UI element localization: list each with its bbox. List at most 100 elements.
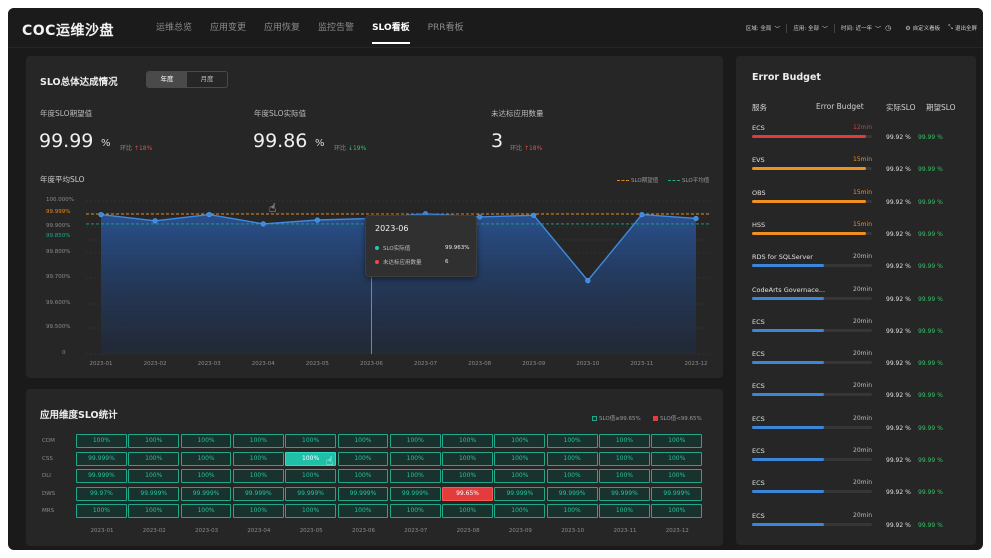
data-point[interactable]	[477, 214, 483, 220]
heatmap-cell[interactable]: 100%	[232, 434, 284, 448]
heatmap-cell[interactable]: 100%	[180, 504, 232, 519]
error-budget-row[interactable]: ECS 20min 99.92 % 99.99 %	[736, 318, 972, 350]
tab-app-recovery[interactable]: 应用恢复	[264, 8, 300, 48]
heatmap-cell[interactable]: 100%	[337, 504, 389, 519]
heatmap-cell[interactable]: 99.999%	[389, 486, 441, 501]
heatmap-cell[interactable]: 100%	[389, 469, 441, 484]
heatmap-cell[interactable]: 99.999%	[651, 486, 703, 501]
heatmap-cell[interactable]: 99.999%	[546, 486, 598, 501]
service-name: ECS	[752, 511, 765, 520]
heatmap-cell[interactable]: 99.999%	[76, 469, 127, 484]
heatmap-cell[interactable]: 100%	[232, 504, 284, 519]
heatmap-cell[interactable]: 100%	[494, 434, 546, 448]
heatmap-cell[interactable]: 100%	[599, 504, 650, 519]
error-budget-row[interactable]: ECS 20min 99.92 % 99.99 %	[736, 447, 972, 479]
heatmap-cell[interactable]: 99.999%	[494, 486, 546, 501]
heatmap-cell[interactable]: 99.999%	[180, 486, 232, 501]
tab-app-change[interactable]: 应用变更	[210, 8, 246, 48]
heatmap-cell[interactable]: 100%	[337, 434, 389, 448]
heatmap-cell[interactable]: 99.999%	[76, 451, 127, 466]
error-budget-row[interactable]: HSS 15min 99.92 % 99.99 %	[736, 221, 972, 253]
heatmap-cell[interactable]: 100%	[337, 451, 389, 466]
heatmap-cell[interactable]: 100%	[128, 504, 180, 519]
heatmap-cell[interactable]: 100%	[232, 451, 284, 466]
heatmap-cell[interactable]: 100%	[546, 469, 598, 484]
heatmap-cell[interactable]: 99.999%	[337, 486, 389, 501]
data-point[interactable]	[531, 212, 537, 218]
exit-fullscreen-button[interactable]: ⤡ 退出全屏	[948, 24, 977, 32]
heatmap-cell[interactable]: 100%	[180, 469, 232, 484]
heatmap-cell[interactable]: 100%	[651, 451, 703, 466]
heatmap-cell[interactable]: 100%	[651, 504, 703, 519]
error-budget-row[interactable]: ECS 20min 99.92 % 99.99 %	[736, 415, 972, 447]
heatmap-cell[interactable]: 100%	[546, 504, 598, 519]
error-budget-row[interactable]: RDS for SQLServer 20min 99.92 % 99.99 %	[736, 253, 972, 285]
heatmap-cell[interactable]: 100%	[494, 504, 546, 519]
heatmap-cell[interactable]: 100%	[494, 469, 546, 484]
heatmap-cell[interactable]: 100%	[599, 469, 650, 484]
heatmap-cell[interactable]: 100%	[651, 469, 703, 484]
tab-monitor-alarm[interactable]: 监控告警	[318, 8, 354, 48]
heatmap-cell[interactable]: 100%	[285, 504, 337, 519]
error-budget-row[interactable]: OBS 15min 99.92 % 99.99 %	[736, 189, 972, 221]
heatmap-cell[interactable]: 99.999%	[599, 486, 650, 501]
app-filter[interactable]: 应用: 全部 ﹀	[793, 24, 828, 33]
panel-title: Error Budget	[752, 72, 821, 83]
heatmap-cell[interactable]: 100%	[232, 469, 284, 484]
heatmap-cell[interactable]: 100%	[285, 469, 337, 484]
error-budget-row[interactable]: CodeArts Governace... 20min 99.92 % 99.99 %	[736, 286, 972, 318]
heatmap-cell[interactable]: 100%	[337, 469, 389, 484]
data-point[interactable]	[152, 218, 158, 224]
error-budget-row[interactable]: ECS 20min 99.92 % 99.99 %	[736, 350, 972, 382]
data-point[interactable]	[98, 211, 104, 218]
tab-prr-board[interactable]: PRR看板	[428, 8, 464, 48]
slo-heatmap: CDM 100% 100% 100% 100% 100% 100% 100% 100% 100% 1…	[26, 389, 723, 546]
heatmap-cell[interactable]: 99.999%	[285, 486, 337, 501]
data-point[interactable]	[314, 217, 320, 223]
heatmap-cell[interactable]: 100%	[442, 451, 493, 466]
heatmap-cell[interactable]: 100%	[389, 434, 441, 448]
heatmap-cell[interactable]: 99.65%	[442, 486, 493, 501]
heatmap-cell[interactable]: 100%	[180, 451, 232, 466]
heatmap-cell[interactable]: 100%	[76, 434, 127, 448]
error-budget-row[interactable]: ECS 20min 99.92 % 99.99 %	[736, 382, 972, 414]
tab-slo-board[interactable]: SLO看板	[372, 8, 410, 48]
data-point[interactable]	[639, 211, 645, 218]
heatmap-cell[interactable]: 100%	[180, 434, 232, 448]
heatmap-cell[interactable]: 100%	[442, 504, 493, 519]
data-point[interactable]	[585, 278, 591, 284]
error-budget-row[interactable]: ECS 20min 99.92 % 99.99 %	[736, 479, 972, 511]
custom-board-button[interactable]: ⚙ 自定义看板	[905, 24, 940, 33]
heatmap-cell[interactable]: 100%	[128, 469, 180, 484]
data-point[interactable]	[693, 215, 699, 222]
error-budget-row[interactable]: EVS 15min 99.92 % 99.99 %	[736, 156, 972, 188]
heatmap-cell[interactable]: 100%	[442, 469, 493, 484]
data-point[interactable]	[206, 211, 212, 218]
heatmap-cell[interactable]: 100%	[546, 451, 598, 466]
error-budget-row[interactable]: ECS 12min 99.92 % 99.99 %	[736, 124, 972, 156]
heatmap-cell[interactable]: 100%	[128, 434, 180, 448]
heatmap-cell[interactable]: 100%	[285, 434, 337, 448]
heatmap-cell[interactable]: 100%	[599, 434, 650, 448]
tab-ops-overview[interactable]: 运维总览	[156, 8, 192, 48]
heatmap-cell[interactable]: 100%	[546, 434, 598, 448]
heatmap-cell[interactable]: 99.97%	[76, 486, 127, 501]
expected-slo: 99.99 %	[918, 134, 943, 141]
heatmap-cell[interactable]: 100%	[494, 451, 546, 466]
heatmap-cell[interactable]: 100%	[389, 451, 441, 466]
data-point[interactable]	[260, 221, 266, 227]
heatmap-cell[interactable]: 100%	[389, 504, 441, 519]
time-filter[interactable]: 时间: 近一年 ﹀ ◷	[841, 24, 891, 33]
heatmap-cell[interactable]: 100%	[599, 451, 650, 466]
region-filter[interactable]: 区域: 全局 ﹀	[746, 24, 781, 33]
heatmap-cell[interactable]: 100%	[128, 451, 180, 466]
heatmap-cell[interactable]: 99.999%	[128, 486, 180, 501]
x-tick-label: 2023-08	[468, 361, 492, 367]
heatmap-cell[interactable]: 100%	[651, 434, 703, 448]
heatmap-cell[interactable]: 100%	[76, 504, 127, 519]
gear-icon: ⚙	[905, 24, 911, 32]
heatmap-cell[interactable]: 100%	[442, 434, 493, 448]
heatmap-cell[interactable]: 99.999%	[232, 486, 284, 501]
error-budget-row[interactable]: ECS 20min 99.92 % 99.99 %	[736, 512, 972, 544]
budget-time: 20min	[853, 447, 872, 454]
